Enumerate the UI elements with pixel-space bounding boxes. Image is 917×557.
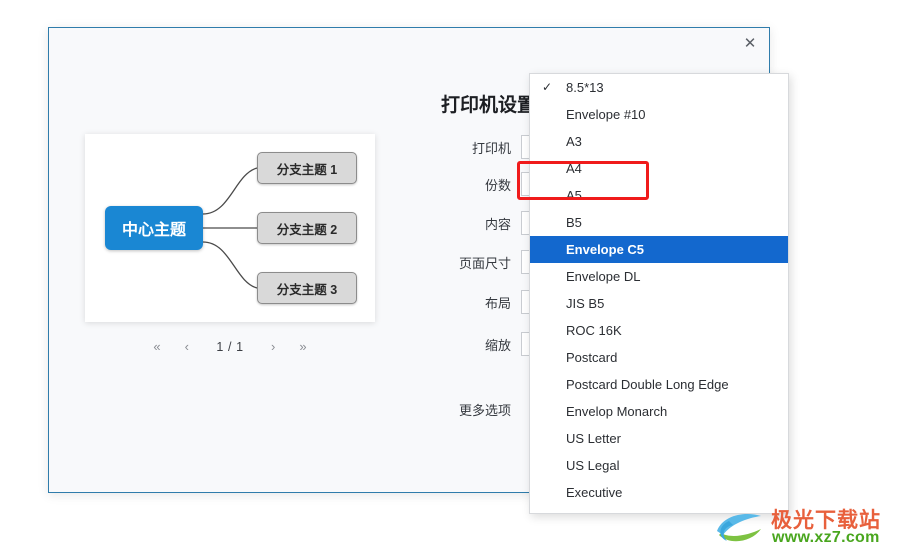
mindmap-branch-topic-1[interactable]: 分支主题 1: [257, 152, 357, 184]
page-size-option-label: Envelop Monarch: [566, 404, 668, 419]
page-size-option[interactable]: A3: [530, 128, 788, 155]
page-title: 打印机设置: [441, 95, 537, 116]
page-size-option[interactable]: A5: [530, 182, 788, 209]
page-size-option-label: Envelope C5: [566, 242, 645, 257]
prev-page-button[interactable]: ‹: [183, 338, 191, 356]
page-size-option-label: A4: [566, 161, 582, 176]
page-size-option[interactable]: ROC 16K: [530, 317, 788, 344]
mindmap-central-topic[interactable]: 中心主题: [105, 206, 203, 250]
page-size-option-label: JIS B5: [566, 296, 605, 311]
page-size-option-label: A3: [566, 134, 582, 149]
page-size-option-label: B5: [566, 215, 582, 230]
page-size-option[interactable]: Envelope C5: [530, 236, 788, 263]
page-size-option-label: Postcard Double Long Edge: [566, 377, 729, 392]
first-page-button[interactable]: «: [151, 338, 162, 356]
page-size-option-label: 8.5*13: [566, 80, 604, 95]
mindmap-branch-topic-3[interactable]: 分支主题 3: [257, 272, 357, 304]
page-size-option[interactable]: Executive: [530, 479, 788, 506]
watermark: 极光下载站 www.xz7.com: [709, 503, 909, 551]
label-scale: 缩放: [484, 337, 511, 353]
next-page-button[interactable]: ›: [269, 338, 277, 356]
page-size-option[interactable]: US Legal: [530, 452, 788, 479]
page-size-option-label: A5: [566, 188, 582, 203]
label-printer: 打印机: [471, 140, 511, 156]
page-size-option-label: US Letter: [566, 431, 621, 446]
printer-settings-dialog: ✕ 中心主题 分支主题 1 分支主题 2 分支主题 3 « ‹ 1 / 1 › …: [48, 27, 789, 514]
label-copies: 份数: [484, 177, 511, 193]
label-more-options[interactable]: 更多选项: [379, 400, 521, 419]
page-size-option-label: ROC 16K: [566, 323, 622, 338]
page-size-option[interactable]: Envelop Monarch: [530, 398, 788, 425]
page-size-dropdown-list[interactable]: ✓ 8.5*13 Envelope #10 A3 A4 A5 B5 Envelope C5 En…: [529, 73, 789, 514]
page-size-option[interactable]: Postcard Double Long Edge: [530, 371, 788, 398]
page-size-option-label: Executive: [566, 485, 623, 500]
page-size-option[interactable]: US Letter: [530, 425, 788, 452]
page-size-option-label: US Legal: [566, 458, 620, 473]
check-icon: ✓: [542, 80, 553, 94]
page-indicator: 1 / 1: [216, 340, 244, 354]
mindmap-branch-topic-2[interactable]: 分支主题 2: [257, 212, 357, 244]
last-page-button[interactable]: »: [297, 338, 308, 356]
page-size-option-label: Envelope DL: [566, 269, 641, 284]
preview-page-card: 中心主题 分支主题 1 分支主题 2 分支主题 3: [85, 134, 375, 322]
page-size-option-label: Postcard: [566, 350, 618, 365]
preview-pagination: « ‹ 1 / 1 › »: [85, 338, 375, 356]
page-size-option-label: Envelope #10: [566, 107, 646, 122]
page-size-option[interactable]: Envelope #10: [530, 101, 788, 128]
page-size-option[interactable]: ✓ 8.5*13: [530, 74, 788, 101]
page-size-option[interactable]: Postcard: [530, 344, 788, 371]
watermark-url: www.xz7.com: [772, 529, 880, 546]
page-size-option[interactable]: B5: [530, 209, 788, 236]
label-layout: 布局: [484, 295, 511, 311]
label-page-size: 页面尺寸: [458, 255, 511, 271]
watermark-logo-icon: [717, 513, 761, 542]
mindmap-canvas: 中心主题 分支主题 1 分支主题 2 分支主题 3: [85, 134, 375, 322]
page-size-option[interactable]: A4: [530, 155, 788, 182]
page-size-option[interactable]: Envelope DL: [530, 263, 788, 290]
page-size-option[interactable]: JIS B5: [530, 290, 788, 317]
label-content: 内容: [484, 216, 511, 232]
